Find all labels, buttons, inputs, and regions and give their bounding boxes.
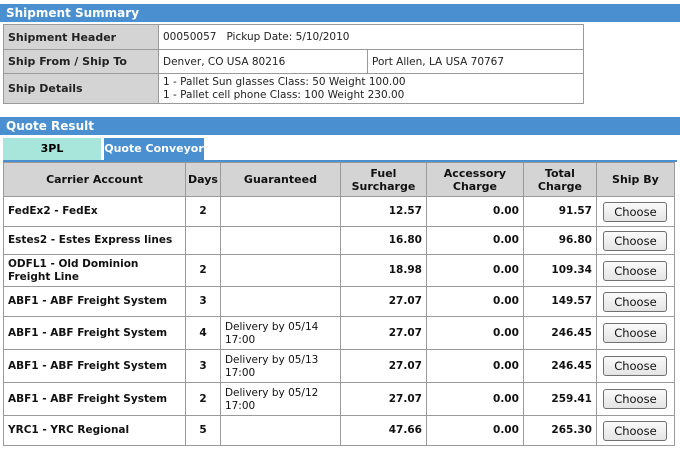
guaranteed-cell	[219, 286, 341, 317]
ship-by-cell: Choose	[595, 316, 675, 350]
ship-from-to-label: Ship From / Ship To	[3, 49, 159, 74]
guaranteed-cell: Delivery by 05/12 17:00	[219, 382, 341, 416]
carrier-cell: Estes2 - Estes Express lines	[3, 226, 186, 255]
carrier-cell: ABF1 - ABF Freight System	[3, 382, 186, 416]
choose-button[interactable]: Choose	[603, 323, 668, 343]
days-cell: 3	[185, 349, 221, 383]
ship-to-value: Port Allen, LA USA 70767	[367, 49, 584, 74]
carrier-cell: FedEx2 - FedEx	[3, 196, 186, 227]
choose-button[interactable]: Choose	[603, 201, 668, 222]
total-charge-cell: 246.45	[522, 349, 597, 383]
table-row: ABF1 - ABF Freight System 4 Delivery by 05…	[3, 316, 675, 350]
carrier-cell: ABF1 - ABF Freight System	[3, 349, 186, 383]
summary-row-header: Shipment Header 00050057 Pickup Date: 5/…	[3, 24, 584, 50]
choose-button[interactable]: Choose	[603, 420, 668, 441]
quote-table-body: FedEx2 - FedEx 2 12.57 0.00 91.57 Choose Estes…	[3, 196, 675, 446]
quote-table: Carrier Account Days Guaranteed Fuel Sur…	[3, 162, 675, 446]
summary-row-ship-details: Ship Details 1 - Pallet Sun glasses Clas…	[3, 73, 584, 104]
days-cell: 5	[185, 415, 221, 446]
quote-table-header: Carrier Account Days Guaranteed Fuel Sur…	[3, 162, 675, 197]
ship-by-cell: Choose	[595, 415, 675, 446]
accessory-charge-cell: 0.00	[425, 382, 524, 416]
table-row: ABF1 - ABF Freight System 3 27.07 0.00 149.5…	[3, 286, 675, 317]
guaranteed-cell	[219, 254, 341, 287]
accessory-charge-cell: 0.00	[425, 349, 524, 383]
carrier-cell: YRC1 - YRC Regional	[3, 415, 186, 446]
accessory-charge-cell: 0.00	[425, 316, 524, 350]
fuel-surcharge-cell: 27.07	[339, 349, 427, 383]
carrier-cell: ODFL1 - Old Dominion Freight Line	[3, 254, 186, 287]
total-charge-cell: 259.41	[522, 382, 597, 416]
ship-detail-line: 1 - Pallet Sun glasses Class: 50 Weight …	[163, 75, 406, 88]
summary-row-ship-from-to: Ship From / Ship To Denver, CO USA 80216…	[3, 49, 584, 74]
col-carrier-account: Carrier Account	[3, 162, 186, 197]
table-row: Estes2 - Estes Express lines 16.80 0.00 96.…	[3, 226, 675, 255]
fuel-surcharge-cell: 18.98	[339, 254, 427, 287]
shipment-summary-table: Shipment Header 00050057 Pickup Date: 5/…	[3, 24, 584, 104]
ship-from-value: Denver, CO USA 80216	[158, 49, 368, 74]
table-row: ABF1 - ABF Freight System 3 Delivery by 05…	[3, 349, 675, 383]
carrier-cell: ABF1 - ABF Freight System	[3, 286, 186, 317]
accessory-charge-cell: 0.00	[425, 196, 524, 227]
days-cell: 3	[185, 286, 221, 317]
guaranteed-cell	[219, 415, 341, 446]
guaranteed-cell	[219, 196, 341, 227]
quote-result-header: Quote Result	[0, 117, 680, 135]
total-charge-cell: 149.57	[522, 286, 597, 317]
guaranteed-cell	[219, 226, 341, 255]
col-total-charge: Total Charge	[522, 162, 597, 197]
ship-by-cell: Choose	[595, 254, 675, 287]
total-charge-cell: 265.30	[522, 415, 597, 446]
shipment-header-label: Shipment Header	[3, 24, 159, 50]
col-guaranteed: Guaranteed	[219, 162, 341, 197]
accessory-charge-cell: 0.00	[425, 415, 524, 446]
table-row: FedEx2 - FedEx 2 12.57 0.00 91.57 Choose	[3, 196, 675, 227]
col-ship-by: Ship By	[595, 162, 675, 197]
accessory-charge-cell: 0.00	[425, 254, 524, 287]
ship-by-cell: Choose	[595, 382, 675, 416]
choose-button[interactable]: Choose	[603, 230, 668, 251]
fuel-surcharge-cell: 16.80	[339, 226, 427, 255]
ship-by-cell: Choose	[595, 226, 675, 255]
ship-by-cell: Choose	[595, 196, 675, 227]
ship-detail-line: 1 - Pallet cell phone Class: 100 Weight …	[163, 88, 405, 101]
accessory-charge-cell: 0.00	[425, 226, 524, 255]
choose-button[interactable]: Choose	[603, 291, 668, 312]
ship-details-value: 1 - Pallet Sun glasses Class: 50 Weight …	[158, 73, 584, 104]
days-cell: 4	[185, 316, 221, 350]
accessory-charge-cell: 0.00	[425, 286, 524, 317]
total-charge-cell: 109.34	[522, 254, 597, 287]
days-cell: 2	[185, 254, 221, 287]
days-cell: 2	[185, 382, 221, 416]
col-days: Days	[185, 162, 221, 197]
total-charge-cell: 91.57	[522, 196, 597, 227]
fuel-surcharge-cell: 27.07	[339, 316, 427, 350]
col-accessory-charge: Accessory Charge	[425, 162, 524, 197]
choose-button[interactable]: Choose	[603, 389, 668, 409]
guaranteed-cell: Delivery by 05/13 17:00	[219, 349, 341, 383]
ship-details-label: Ship Details	[3, 73, 159, 104]
fuel-surcharge-cell: 12.57	[339, 196, 427, 227]
carrier-cell: ABF1 - ABF Freight System	[3, 316, 186, 350]
table-row: ABF1 - ABF Freight System 2 Delivery by 05…	[3, 382, 675, 416]
table-row: ODFL1 - Old Dominion Freight Line 2 18.98 0…	[3, 254, 675, 287]
total-charge-cell: 96.80	[522, 226, 597, 255]
fuel-surcharge-cell: 27.07	[339, 382, 427, 416]
col-fuel-surcharge: Fuel Surcharge	[339, 162, 427, 197]
tab-quote-conveyor[interactable]: Quote Conveyor	[104, 138, 204, 160]
choose-button[interactable]: Choose	[603, 356, 668, 376]
total-charge-cell: 246.45	[522, 316, 597, 350]
guaranteed-cell: Delivery by 05/14 17:00	[219, 316, 341, 350]
days-cell	[185, 226, 221, 255]
choose-button[interactable]: Choose	[603, 260, 668, 281]
ship-by-cell: Choose	[595, 286, 675, 317]
shipment-summary-header: Shipment Summary	[0, 4, 680, 22]
shipment-header-value: 00050057 Pickup Date: 5/10/2010	[158, 24, 584, 50]
fuel-surcharge-cell: 27.07	[339, 286, 427, 317]
fuel-surcharge-cell: 47.66	[339, 415, 427, 446]
ship-by-cell: Choose	[595, 349, 675, 383]
days-cell: 2	[185, 196, 221, 227]
table-row: YRC1 - YRC Regional 5 47.66 0.00 265.30 Choos…	[3, 415, 675, 446]
tab-3pl[interactable]: 3PL	[3, 138, 101, 160]
